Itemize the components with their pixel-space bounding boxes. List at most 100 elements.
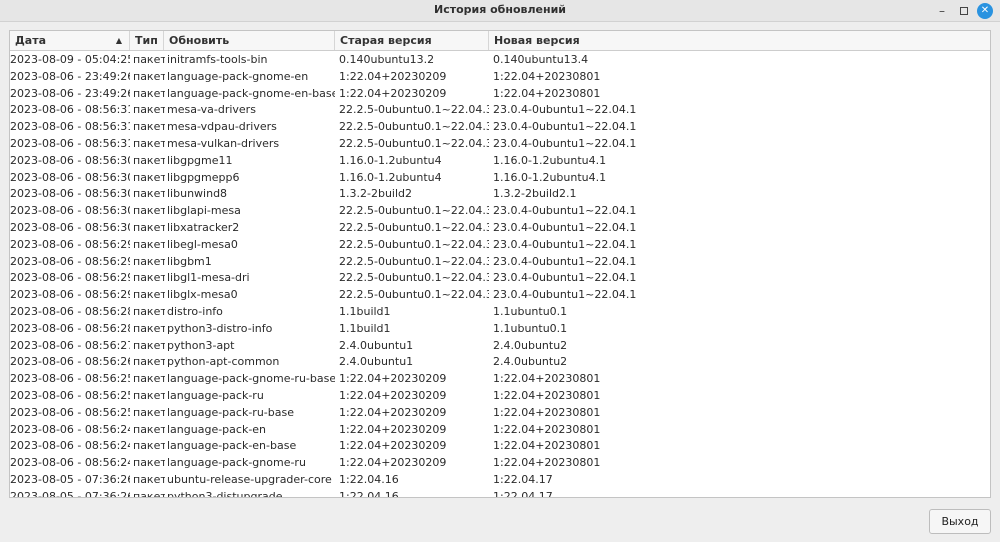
table-row[interactable]: 2023-08-06 - 08:56:29 пакет libgbm1 22.2.5-… [10, 254, 990, 271]
type-cell: пакет [133, 187, 165, 201]
table-row[interactable]: 2023-08-06 - 08:56:30 пакет libgpgme11 1.16… [10, 153, 990, 170]
type-cell: пакет [133, 271, 165, 285]
package-cell: initramfs-tools-bin [167, 53, 268, 66]
date-cell: 2023-08-06 - 23:49:26 [10, 69, 130, 83]
new-version-cell: 1:22.04+20230801 [493, 422, 601, 436]
new-version-cell: 0.140ubuntu13.4 [493, 53, 589, 66]
table-row[interactable]: 2023-08-06 - 08:56:31 пакет mesa-va-driver… [10, 102, 990, 119]
table-row[interactable]: 2023-08-06 - 08:56:29 пакет libegl-mesa0 22… [10, 237, 990, 254]
table-row[interactable]: 2023-08-06 - 08:56:24 пакет language-pack-… [10, 422, 990, 439]
date-cell: 2023-08-09 - 05:04:25 [10, 53, 130, 66]
old-version-cell: 1.1build1 [339, 304, 391, 318]
date-cell: 2023-08-06 - 08:56:29 [10, 288, 130, 302]
type-cell: пакет [133, 69, 165, 83]
new-version-cell: 23.0.4-0ubuntu1~22.04.1 [493, 136, 637, 150]
new-version-cell: 23.0.4-0ubuntu1~22.04.1 [493, 271, 637, 285]
old-version-cell: 2.4.0ubuntu1 [339, 338, 414, 352]
date-cell: 2023-08-06 - 08:56:30 [10, 170, 130, 184]
window-title: История обновлений [433, 3, 567, 16]
table-row[interactable]: 2023-08-06 - 08:56:27 пакет python3-apt 2.4… [10, 338, 990, 355]
column-header-old-version[interactable]: Старая версия [335, 31, 489, 50]
package-cell: distro-info [167, 304, 223, 318]
new-version-cell: 1:22.04+20230801 [493, 86, 601, 100]
update-history-list[interactable]: Дата ▲ Тип Обновить Старая версия Новая … [9, 30, 991, 498]
table-row[interactable]: 2023-08-06 - 08:56:28 пакет python3-distro… [10, 321, 990, 338]
new-version-cell: 2.4.0ubuntu2 [493, 355, 568, 369]
table-row[interactable]: 2023-08-06 - 08:56:25 пакет language-pack-… [10, 405, 990, 422]
old-version-cell: 1:22.04+20230209 [339, 439, 447, 453]
package-cell: ubuntu-release-upgrader-core [167, 472, 332, 486]
old-version-cell: 22.2.5-0ubuntu0.1~22.04.3 [339, 220, 489, 234]
package-cell: language-pack-gnome-en-base [167, 86, 335, 100]
table-row[interactable]: 2023-08-06 - 08:56:30 пакет libgpgmepp6 1.1… [10, 170, 990, 187]
date-cell: 2023-08-06 - 08:56:25 [10, 405, 130, 419]
column-header-label: Обновить [169, 34, 230, 47]
column-header-new-version[interactable]: Новая версия [489, 31, 990, 50]
package-cell: libgbm1 [167, 254, 212, 268]
table-row[interactable]: 2023-08-06 - 08:56:30 пакет libunwind8 1.3.… [10, 186, 990, 203]
table-row[interactable]: 2023-08-06 - 08:56:26 пакет python-apt-com… [10, 354, 990, 371]
old-version-cell: 1:22.04+20230209 [339, 422, 447, 436]
package-cell: python-apt-common [167, 355, 280, 369]
table-row[interactable]: 2023-08-06 - 08:56:29 пакет libgl1-mesa-dr… [10, 270, 990, 287]
type-cell: пакет [133, 338, 165, 352]
new-version-cell: 1:22.04.17 [493, 489, 553, 498]
column-header-package[interactable]: Обновить [164, 31, 335, 50]
table-row[interactable]: 2023-08-06 - 08:56:29 пакет libglx-mesa0 22… [10, 287, 990, 304]
package-cell: mesa-vulkan-drivers [167, 136, 280, 150]
type-cell: пакет [133, 355, 165, 369]
package-cell: python3-distro-info [167, 321, 273, 335]
package-cell: language-pack-gnome-en [167, 69, 309, 83]
table-row[interactable]: 2023-08-05 - 07:36:26 пакет ubuntu-release… [10, 472, 990, 489]
column-header-label: Новая версия [494, 34, 580, 47]
old-version-cell: 22.2.5-0ubuntu0.1~22.04.3 [339, 288, 489, 302]
new-version-cell: 1:22.04.17 [493, 472, 553, 486]
date-cell: 2023-08-06 - 08:56:28 [10, 304, 130, 318]
table-row[interactable]: 2023-08-06 - 08:56:25 пакет language-pack-… [10, 388, 990, 405]
table-row[interactable]: 2023-08-06 - 08:56:30 пакет libxatracker2 2… [10, 220, 990, 237]
table-row[interactable]: 2023-08-06 - 08:56:24 пакет language-pack-… [10, 455, 990, 472]
new-version-cell: 23.0.4-0ubuntu1~22.04.1 [493, 103, 637, 117]
type-cell: пакет [133, 86, 165, 100]
type-cell: пакет [133, 304, 165, 318]
maximize-box [960, 7, 968, 15]
type-cell: пакет [133, 120, 165, 134]
old-version-cell: 1.3.2-2build2 [339, 187, 413, 201]
date-cell: 2023-08-06 - 08:56:29 [10, 237, 130, 251]
table-row[interactable]: 2023-08-06 - 08:56:28 пакет distro-info 1.1… [10, 304, 990, 321]
title-bar: История обновлений – ✕ [0, 0, 1000, 22]
column-header-date[interactable]: Дата ▲ [10, 31, 130, 50]
table-row[interactable]: 2023-08-06 - 08:56:31 пакет mesa-vdpau-dri… [10, 119, 990, 136]
table-row[interactable]: 2023-08-05 - 07:36:26 пакет python3-distup… [10, 489, 990, 498]
table-row[interactable]: 2023-08-06 - 08:56:25 пакет language-pack-… [10, 371, 990, 388]
table-row[interactable]: 2023-08-06 - 08:56:31 пакет mesa-vulkan-dr… [10, 136, 990, 153]
package-cell: libegl-mesa0 [167, 237, 238, 251]
date-cell: 2023-08-06 - 08:56:28 [10, 321, 130, 335]
type-cell: пакет [133, 254, 165, 268]
minimize-icon[interactable]: – [934, 3, 950, 19]
table-row[interactable]: 2023-08-06 - 08:56:24 пакет language-pack-… [10, 438, 990, 455]
exit-button[interactable]: Выход [929, 509, 991, 534]
old-version-cell: 1:22.04+20230209 [339, 388, 447, 402]
package-cell: libglx-mesa0 [167, 288, 238, 302]
package-cell: language-pack-gnome-ru [167, 456, 306, 470]
sort-ascending-icon: ▲ [115, 36, 122, 45]
type-cell: пакет [133, 405, 165, 419]
new-version-cell: 2.4.0ubuntu2 [493, 338, 568, 352]
table-row[interactable]: 2023-08-06 - 08:56:30 пакет libglapi-mesa 2… [10, 203, 990, 220]
table-row[interactable]: 2023-08-06 - 23:49:26 пакет language-pack-… [10, 69, 990, 86]
table-row[interactable]: 2023-08-09 - 05:04:25 пакет initramfs-tool… [10, 52, 990, 69]
type-cell: пакет [133, 372, 165, 386]
maximize-icon[interactable] [956, 3, 972, 19]
date-cell: 2023-08-06 - 08:56:25 [10, 372, 130, 386]
old-version-cell: 22.2.5-0ubuntu0.1~22.04.3 [339, 204, 489, 218]
new-version-cell: 23.0.4-0ubuntu1~22.04.1 [493, 254, 637, 268]
date-cell: 2023-08-06 - 08:56:24 [10, 439, 130, 453]
column-header-type[interactable]: Тип [130, 31, 164, 50]
close-icon[interactable]: ✕ [977, 3, 993, 19]
new-version-cell: 1.1ubuntu0.1 [493, 304, 568, 318]
type-cell: пакет [133, 153, 165, 167]
date-cell: 2023-08-05 - 07:36:26 [10, 472, 130, 486]
table-row[interactable]: 2023-08-06 - 23:49:26 пакет language-pack-… [10, 86, 990, 103]
old-version-cell: 1:22.04+20230209 [339, 456, 447, 470]
